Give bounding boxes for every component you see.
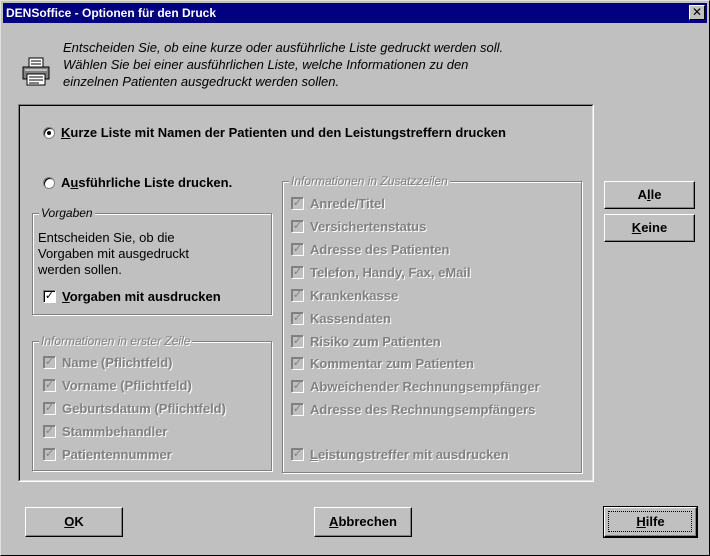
item-label: Patientennummer <box>62 446 172 462</box>
extra-item-telefon[interactable]: ✓ Telefon, Handy, Fax, eMail <box>291 262 471 282</box>
alle-button[interactable]: Alle <box>604 181 695 209</box>
keine-label: Keine <box>631 220 668 235</box>
item-label: Stammbehandler <box>62 423 168 439</box>
first-line-item-stammbehandler[interactable]: ✓ Stammbehandler <box>43 421 167 441</box>
ok-button[interactable]: OK <box>25 507 123 537</box>
item-label: Anrede/Titel <box>310 195 385 211</box>
checkbox-checked-icon: ✓ <box>291 447 304 461</box>
vorgaben-checkbox-label: Vorgaben mit ausdrucken <box>62 288 221 304</box>
extra-item-adresse[interactable]: ✓ Adresse des Patienten <box>291 239 449 259</box>
checkbox-checked-icon: ✓ <box>291 379 304 393</box>
extra-item-adresse-empfaenger[interactable]: ✓ Adresse des Rechnungsempfängers <box>291 399 535 419</box>
abbrechen-button[interactable]: Abbrechen <box>314 507 412 537</box>
window-title: DENSoffice - Optionen für den Druck <box>6 6 217 20</box>
checkbox-checked-icon: ✓ <box>43 401 56 415</box>
long-list-label: Ausführliche Liste drucken. <box>61 175 233 190</box>
close-button[interactable]: ✕ <box>689 5 705 20</box>
keine-button[interactable]: Keine <box>604 214 695 242</box>
checkbox-checked-icon: ✓ <box>291 265 304 279</box>
item-label: Telefon, Handy, Fax, eMail <box>310 264 471 280</box>
item-label: Vorname (Pflichtfeld) <box>62 377 192 393</box>
first-line-item-name[interactable]: ✓ Name (Pflichtfeld) <box>43 352 173 372</box>
short-list-radio[interactable]: Kurze Liste mit Namen der Patienten und … <box>43 125 506 140</box>
intro-line: einzelnen Patienten ausgedruckt werden s… <box>63 74 340 89</box>
checkbox-checked-icon: ✓ <box>291 356 304 370</box>
leistungstreffer-label: Leistungstreffer mit ausdrucken <box>310 446 509 462</box>
extra-item-kassendaten[interactable]: ✓ Kassendaten <box>291 308 391 328</box>
extra-item-abweichender-empfaenger[interactable]: ✓ Abweichender Rechnungsempfänger <box>291 376 540 396</box>
item-label: Risiko zum Patienten <box>310 333 441 349</box>
first-line-item-patientennummer[interactable]: ✓ Patientennummer <box>43 444 172 464</box>
extra-item-versichertenstatus[interactable]: ✓ Versichertenstatus <box>291 216 426 236</box>
printer-icon <box>22 57 50 86</box>
item-label: Geburtsdatum (Pflichtfeld) <box>62 400 226 416</box>
short-list-label: Kurze Liste mit Namen der Patienten und … <box>61 125 506 140</box>
checkbox-checked-icon: ✓ <box>291 288 304 302</box>
extra-item-krankenkasse[interactable]: ✓ Krankenkasse <box>291 285 398 305</box>
vorgaben-checkbox[interactable]: ✓ Vorgaben mit ausdrucken <box>43 286 221 306</box>
vorgaben-text-line: Entscheiden Sie, ob die <box>38 230 175 245</box>
checkbox-checked-icon: ✓ <box>291 219 304 233</box>
print-options-dialog: DENSoffice - Optionen für den Druck ✕ En… <box>0 0 710 556</box>
checkbox-checked-icon: ✓ <box>291 334 304 348</box>
item-label: Adresse des Rechnungsempfängers <box>310 401 536 417</box>
checkbox-checked-icon: ✓ <box>43 447 56 461</box>
alle-label: Alle <box>637 187 662 202</box>
item-label: Name (Pflichtfeld) <box>62 354 173 370</box>
vorgaben-text-line: werden sollen. <box>38 262 122 277</box>
leistungstreffer-checkbox[interactable]: ✓ Leistungstreffer mit ausdrucken <box>291 444 509 464</box>
item-label: Kommentar zum Patienten <box>310 355 474 371</box>
abbrechen-label: Abbrechen <box>329 514 397 529</box>
ok-label: OK <box>64 514 84 529</box>
item-label: Krankenkasse <box>310 287 399 303</box>
long-list-radio[interactable]: Ausführliche Liste drucken. <box>43 175 232 190</box>
intro-line: Wählen Sie bei einer ausführlichen Liste… <box>63 57 469 72</box>
first-line-item-vorname[interactable]: ✓ Vorname (Pflichtfeld) <box>43 375 192 395</box>
vorgaben-text-line: Vorgaben mit ausgedruckt <box>38 246 190 261</box>
item-label: Kassendaten <box>310 310 391 326</box>
intro-line: Entscheiden Sie, ob eine kurze oder ausf… <box>63 40 504 55</box>
intro-text: Entscheiden Sie, ob eine kurze oder ausf… <box>63 39 623 90</box>
vorgaben-title: Vorgaben <box>39 205 95 221</box>
extra-lines-title: Informationen in Zusatzzeilen <box>289 173 450 189</box>
checkbox-checked-icon: ✓ <box>291 196 304 210</box>
hilfe-label: Hilfe <box>636 514 665 529</box>
checkbox-checked-icon: ✓ <box>43 424 56 438</box>
checkbox-checked-icon: ✓ <box>291 242 304 256</box>
checkbox-checked-icon: ✓ <box>43 355 56 369</box>
checkbox-checked-icon: ✓ <box>43 378 56 392</box>
vorgaben-description: Entscheiden Sie, ob die Vorgaben mit aus… <box>38 230 189 278</box>
item-label: Adresse des Patienten <box>310 241 450 257</box>
first-line-title: Informationen in erster Zeile <box>39 333 193 349</box>
checkbox-checked-icon: ✓ <box>291 402 304 416</box>
item-label: Abweichender Rechnungsempfänger <box>310 378 540 394</box>
radio-selected-icon <box>43 126 55 139</box>
extra-item-anrede[interactable]: ✓ Anrede/Titel <box>291 193 385 213</box>
first-line-item-geburtsdatum[interactable]: ✓ Geburtsdatum (Pflichtfeld) <box>43 398 226 418</box>
checkbox-checked-icon: ✓ <box>43 289 56 303</box>
checkbox-checked-icon: ✓ <box>291 311 304 325</box>
hilfe-button[interactable]: Hilfe <box>603 506 698 538</box>
extra-item-risiko[interactable]: ✓ Risiko zum Patienten <box>291 331 441 351</box>
title-bar[interactable]: DENSoffice - Optionen für den Druck ✕ <box>3 3 707 23</box>
item-label: Versichertenstatus <box>310 218 427 234</box>
radio-unselected-icon <box>43 176 55 189</box>
extra-item-kommentar[interactable]: ✓ Kommentar zum Patienten <box>291 353 474 373</box>
